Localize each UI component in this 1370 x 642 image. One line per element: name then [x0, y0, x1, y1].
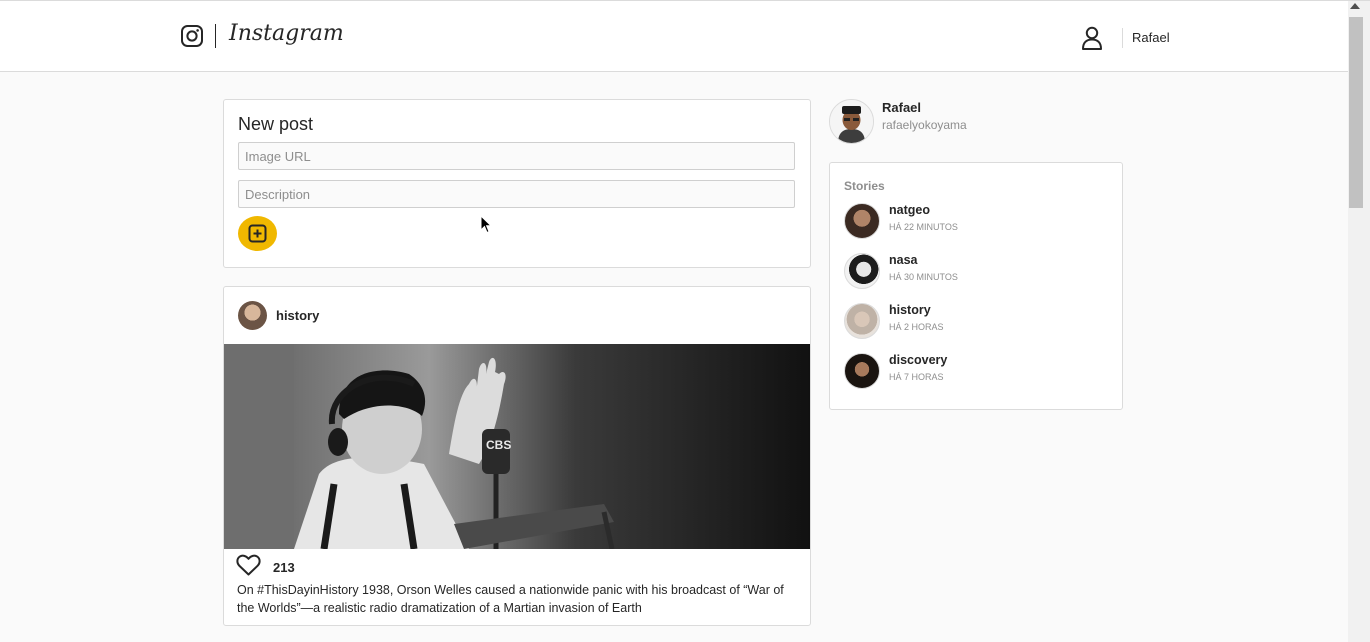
header-username[interactable]: Rafael	[1132, 30, 1170, 45]
story-timestamp: HÁ 7 HORAS	[889, 372, 944, 382]
top-navbar: Instagram Rafael	[0, 1, 1348, 72]
user-divider	[1122, 28, 1123, 48]
story-item-natgeo[interactable]: natgeo HÁ 22 MINUTOS	[844, 203, 1114, 243]
description-input[interactable]	[238, 180, 795, 208]
mouse-pointer-icon	[480, 215, 492, 234]
instagram-logo[interactable]: Instagram	[229, 21, 344, 46]
story-timestamp: HÁ 22 MINUTOS	[889, 222, 958, 232]
story-avatar	[844, 203, 880, 239]
add-post-button[interactable]	[238, 216, 277, 251]
story-item-nasa[interactable]: nasa HÁ 30 MINUTOS	[844, 253, 1114, 293]
new-post-card: New post	[223, 99, 811, 268]
user-profile-icon[interactable]	[1081, 26, 1103, 50]
image-url-input[interactable]	[238, 142, 795, 170]
new-post-title: New post	[238, 114, 314, 134]
post-image[interactable]: CBS	[224, 344, 810, 549]
profile-handle: rafaelyokoyama	[882, 118, 967, 132]
story-item-history[interactable]: history HÁ 2 HORAS	[844, 303, 1114, 343]
heart-like-icon[interactable]	[236, 554, 261, 576]
instagram-camera-icon[interactable]	[181, 25, 203, 47]
story-username: history	[889, 303, 931, 317]
like-count: 213	[273, 560, 295, 575]
story-username: natgeo	[889, 203, 930, 217]
story-username: nasa	[889, 253, 918, 267]
story-avatar	[844, 303, 880, 339]
scrollbar-thumb[interactable]	[1349, 17, 1363, 208]
story-avatar	[844, 253, 880, 289]
story-username: discovery	[889, 353, 948, 367]
profile-avatar[interactable]	[829, 99, 874, 144]
plus-square-icon	[248, 224, 267, 243]
post-author-username[interactable]: history	[276, 308, 319, 323]
story-item-discovery[interactable]: discovery HÁ 7 HORAS	[844, 353, 1114, 393]
scroll-up-arrow-icon[interactable]	[1350, 3, 1360, 9]
svg-text:CBS: CBS	[486, 438, 511, 452]
post-author-avatar[interactable]	[238, 301, 267, 330]
profile-name[interactable]: Rafael	[882, 100, 921, 115]
stories-title: Stories	[844, 179, 885, 193]
story-timestamp: HÁ 2 HORAS	[889, 322, 944, 332]
story-timestamp: HÁ 30 MINUTOS	[889, 272, 958, 282]
story-avatar	[844, 353, 880, 389]
post-card: history CBS 213 On #ThisDayinHistory 193…	[223, 286, 811, 626]
avatar-illustration	[830, 100, 873, 143]
stories-card: Stories natgeo HÁ 22 MINUTOS nasa HÁ 30 …	[829, 162, 1123, 410]
logo-divider	[215, 24, 216, 48]
post-caption: On #ThisDayinHistory 1938, Orson Welles …	[237, 583, 784, 615]
